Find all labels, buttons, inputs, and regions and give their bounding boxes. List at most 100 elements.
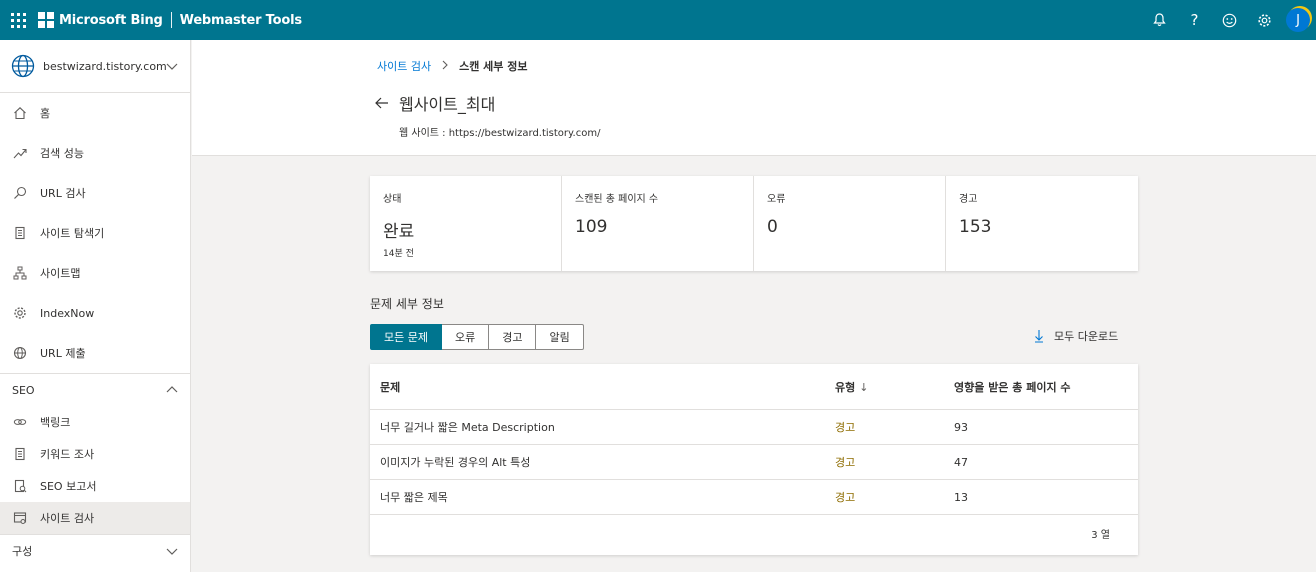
chevron-up-icon[interactable]: [166, 384, 178, 396]
sidebar-item-label: 키워드 조사: [40, 448, 95, 461]
sort-down-icon[interactable]: ↓: [859, 381, 868, 394]
sidebar-item-label: 사이트맵: [40, 267, 81, 280]
sidebar-item-url-inspection[interactable]: URL 검사: [0, 173, 190, 213]
column-header-type[interactable]: 유형 ↓: [835, 379, 868, 395]
stat-label: 스캔된 총 페이지 수: [575, 194, 659, 205]
sidebar-item-label: 검색 성능: [40, 147, 84, 160]
brand-divider: [170, 12, 172, 28]
bell-icon[interactable]: [1142, 0, 1177, 40]
sidebar-item-seo-reports[interactable]: SEO 보고서: [0, 470, 190, 502]
issue-name[interactable]: 너무 길거나 짧은 Meta Description: [380, 419, 555, 435]
affected-pages: 93: [954, 420, 968, 434]
table-header: 문제 유형 ↓ 영향을 받은 총 페이지 수: [370, 364, 1138, 410]
filter-errors[interactable]: 오류: [441, 324, 490, 350]
sidebar-item-search-performance[interactable]: 검색 성능: [0, 133, 190, 173]
download-icon: [1035, 330, 1043, 343]
gear-icon: [12, 305, 28, 321]
stat-label: 오류: [767, 194, 786, 205]
scan-summary-card: 상태 완료 14분 전 스캔된 총 페이지 수 109 오류 0 경고 153: [370, 176, 1138, 271]
page-header: 사이트 검사 스캔 세부 정보 웹사이트_최대 웹 사이트 : https://…: [192, 40, 1316, 156]
sidebar-item-label: URL 제출: [40, 347, 86, 360]
app-launcher-icon[interactable]: [0, 0, 36, 40]
search-icon: [12, 185, 28, 201]
stat-value: 0: [767, 217, 778, 237]
page-subtitle: 웹 사이트 : https://bestwizard.tistory.com/: [399, 128, 601, 139]
page-title: 웹사이트_최대: [399, 95, 496, 114]
chevron-right-icon: [441, 60, 449, 73]
report-icon: [12, 478, 28, 494]
back-arrow-icon[interactable]: [375, 94, 389, 113]
site-selector[interactable]: bestwizard.tistory.com: [0, 40, 190, 93]
filter-all-issues[interactable]: 모든 문제: [370, 324, 442, 350]
sidebar-item-keyword-research[interactable]: 키워드 조사: [0, 438, 190, 470]
errors-stat: 오류 0: [754, 176, 946, 271]
row-count: 3 열: [1091, 530, 1110, 541]
issue-name[interactable]: 이미지가 누락된 경우의 Alt 특성: [380, 454, 530, 470]
sidebar-item-label: 홈: [40, 107, 51, 120]
warnings-stat: 경고 153: [946, 176, 1138, 271]
breadcrumb-current: 스캔 세부 정보: [459, 60, 528, 73]
microsoft-logo-icon: [38, 12, 54, 28]
scan-icon: [12, 510, 28, 526]
trend-icon: [12, 145, 28, 161]
table-row[interactable]: 이미지가 누락된 경우의 Alt 특성 경고 47: [370, 445, 1138, 480]
sidebar: bestwizard.tistory.com 홈 검색 성능 URL 검사 사이…: [0, 40, 191, 572]
breadcrumb-site-scan-link[interactable]: 사이트 검사: [377, 58, 431, 74]
stat-timestamp: 14분 전: [383, 249, 414, 259]
gear-icon[interactable]: [1247, 0, 1282, 40]
sitemap-icon: [12, 265, 28, 281]
pages-scanned-stat: 스캔된 총 페이지 수 109: [562, 176, 754, 271]
section-label: 구성: [12, 545, 33, 558]
sidebar-item-site-explorer[interactable]: 사이트 탐색기: [0, 213, 190, 253]
filter-notices[interactable]: 알림: [536, 324, 584, 350]
sidebar-item-label: 백링크: [40, 416, 71, 429]
stat-label: 경고: [959, 194, 978, 205]
sidebar-item-home[interactable]: 홈: [0, 93, 190, 133]
help-icon[interactable]: ?: [1177, 0, 1212, 40]
link-icon: [12, 414, 28, 430]
issues-table: 문제 유형 ↓ 영향을 받은 총 페이지 수 너무 길거나 짧은 Meta Des…: [370, 364, 1138, 555]
sidebar-item-backlinks[interactable]: 백링크: [0, 406, 190, 438]
filter-warnings[interactable]: 경고: [489, 324, 537, 350]
table-row[interactable]: 너무 짧은 제목 경고 13: [370, 480, 1138, 515]
affected-pages: 47: [954, 455, 968, 469]
site-name: bestwizard.tistory.com: [43, 59, 167, 73]
stat-value: 109: [575, 217, 608, 237]
chevron-down-icon[interactable]: [166, 545, 178, 557]
feedback-smiley-icon[interactable]: [1212, 0, 1247, 40]
status-stat: 상태 완료 14분 전: [370, 176, 562, 271]
globe-icon: [12, 345, 28, 361]
avatar[interactable]: J: [1286, 8, 1310, 32]
issue-name[interactable]: 너무 짧은 제목: [380, 489, 448, 505]
section-label: SEO: [12, 383, 35, 397]
stat-label: 상태: [383, 194, 402, 205]
home-icon: [12, 105, 28, 121]
download-label: 모두 다운로드: [1054, 330, 1119, 343]
product-name[interactable]: Webmaster Tools: [180, 13, 302, 28]
sidebar-section-configuration[interactable]: 구성: [0, 534, 190, 567]
stat-value: 153: [959, 217, 992, 237]
sidebar-item-label: IndexNow: [40, 306, 95, 320]
column-header-issue[interactable]: 문제: [380, 379, 400, 395]
document-icon: [12, 446, 28, 462]
issues-section-title: 문제 세부 정보: [370, 297, 444, 311]
table-row[interactable]: 너무 길거나 짧은 Meta Description 경고 93: [370, 410, 1138, 445]
sidebar-section-seo[interactable]: SEO: [0, 373, 190, 406]
column-header-affected-pages[interactable]: 영향을 받은 총 페이지 수: [954, 379, 1071, 395]
sidebar-item-label: 사이트 검사: [40, 512, 95, 525]
download-all-button[interactable]: 모두 다운로드: [1034, 328, 1118, 344]
issue-filter-group: 모든 문제 오류 경고 알림: [370, 324, 584, 350]
sidebar-item-submit-urls[interactable]: URL 제출: [0, 333, 190, 373]
sidebar-item-label: URL 검사: [40, 187, 86, 200]
sidebar-item-sitemaps[interactable]: 사이트맵: [0, 253, 190, 293]
brand-name[interactable]: Microsoft Bing: [59, 13, 163, 28]
chevron-down-icon[interactable]: [166, 60, 178, 72]
issue-type: 경고: [835, 456, 856, 469]
document-icon: [12, 225, 28, 241]
sidebar-item-site-scan[interactable]: 사이트 검사: [0, 502, 190, 534]
sidebar-item-indexnow[interactable]: IndexNow: [0, 293, 190, 333]
breadcrumb: 사이트 검사 스캔 세부 정보: [377, 58, 528, 74]
globe-icon: [11, 54, 35, 78]
issue-type: 경고: [835, 491, 856, 504]
sidebar-item-label: SEO 보고서: [40, 480, 97, 493]
